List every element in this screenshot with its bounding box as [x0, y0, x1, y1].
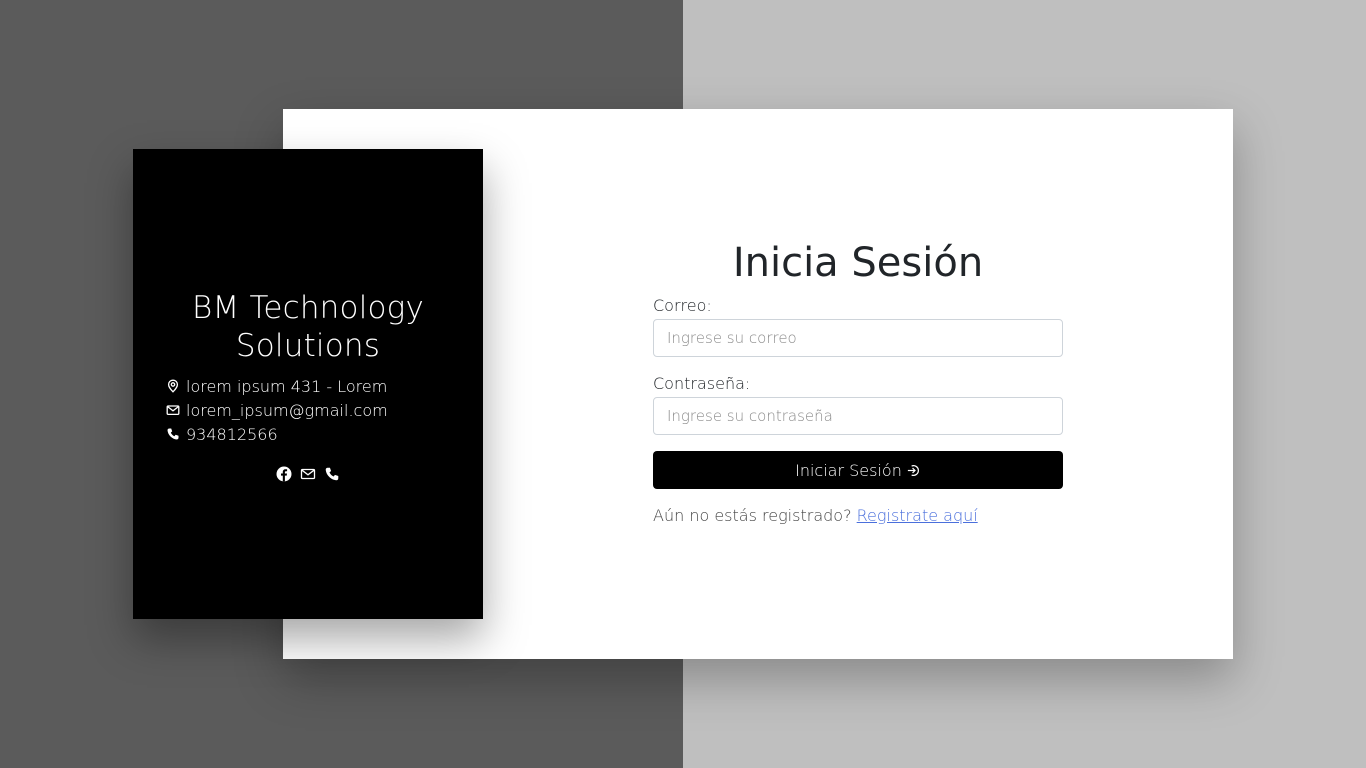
contact-list: lorem ipsum 431 - Lorem lorem_ipsum@gmai…	[166, 374, 388, 446]
contact-email: lorem_ipsum@gmail.com	[166, 398, 388, 422]
company-info-card: BM Technology Solutions lorem ipsum 431 …	[133, 149, 483, 619]
contact-phone: 934812566	[166, 422, 388, 446]
login-button[interactable]: Iniciar Sesión	[653, 451, 1063, 489]
mail-icon[interactable]	[300, 466, 316, 482]
email-label: Correo:	[653, 296, 712, 315]
contact-address-text: lorem ipsum 431 - Lorem	[186, 376, 388, 396]
company-name: BM Technology Solutions	[133, 289, 483, 365]
facebook-icon[interactable]	[276, 466, 292, 482]
phone-icon	[166, 427, 180, 441]
password-input[interactable]	[653, 397, 1063, 435]
envelope-icon	[166, 403, 180, 417]
login-button-label: Iniciar Sesión	[795, 460, 902, 480]
contact-email-text: lorem_ipsum@gmail.com	[186, 400, 388, 420]
register-prompt: Aún no estás registrado? Registrate aquí	[653, 506, 978, 525]
contact-address: lorem ipsum 431 - Lorem	[166, 374, 388, 398]
login-arrow-icon	[906, 463, 921, 478]
contact-phone-text: 934812566	[186, 424, 278, 444]
company-name-line1: BM Technology	[191, 290, 425, 326]
phone-icon[interactable]	[324, 466, 340, 482]
register-prompt-text: Aún no estás registrado?	[653, 506, 852, 525]
register-link[interactable]: Registrate aquí	[857, 506, 978, 525]
email-input[interactable]	[653, 319, 1063, 357]
company-name-line2: Solutions	[235, 328, 381, 364]
login-title: Inicia Sesión	[732, 240, 984, 286]
location-pin-icon	[166, 379, 180, 393]
password-label: Contraseña:	[653, 374, 751, 393]
social-links	[133, 466, 483, 482]
